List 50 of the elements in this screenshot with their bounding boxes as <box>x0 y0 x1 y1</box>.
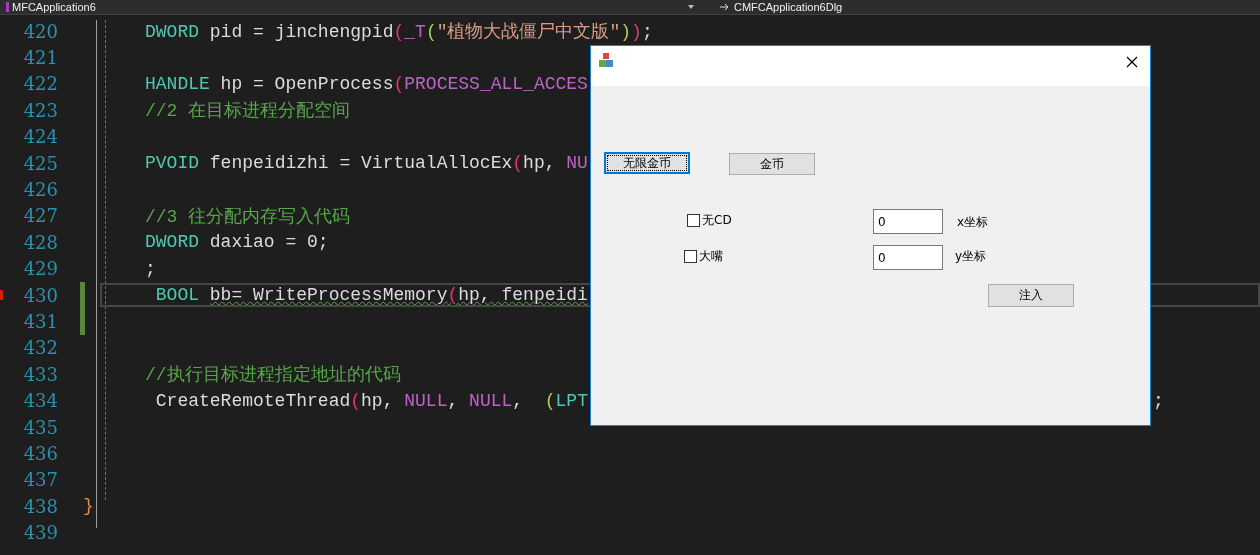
code-line: ; <box>1153 390 1164 411</box>
code-line: //执行目标进程指定地址的代码 <box>145 364 401 387</box>
code-line: //3 往分配内存写入代码 <box>145 205 351 228</box>
input-field[interactable]: 0 <box>873 209 943 234</box>
line-number: 427 <box>22 205 58 227</box>
line-number: 428 <box>22 231 58 253</box>
code-line: BOOL bb= WriteProcessMemory(hp, fenpeidi <box>154 285 588 306</box>
line-number: 424 <box>22 126 58 148</box>
line-number: 433 <box>22 363 58 385</box>
code-line: DWORD pid = jinchengpid(_T("植物大战僵尸中文版")); <box>145 21 653 44</box>
line-number: 425 <box>22 152 58 174</box>
code-line: HANDLE hp = OpenProcess(PROCESS_ALL_ACCES <box>145 73 588 94</box>
code-line: CreateRemoteThread(hp, NULL, NULL, (LPT <box>154 390 588 411</box>
input-field[interactable]: 0 <box>873 245 943 270</box>
line-number: 420 <box>22 20 58 42</box>
line-number: 426 <box>22 179 58 201</box>
checkbox[interactable] <box>684 250 697 263</box>
dialog-button[interactable]: 注入 <box>988 284 1074 307</box>
line-number: 432 <box>22 337 58 359</box>
breakpoint-marker <box>0 290 3 301</box>
class-dropdown[interactable]: CMFCApplication6Dlg <box>734 1 843 13</box>
code-line: DWORD daxiao = 0; <box>145 232 329 253</box>
field-label: x坐标 <box>957 214 989 231</box>
dialog-button[interactable]: 无限金币 <box>604 152 690 174</box>
line-number: 431 <box>22 311 58 332</box>
line-number: 421 <box>22 47 58 69</box>
code-line: //2 在目标进程分配空间 <box>145 100 351 123</box>
line-number: 439 <box>22 522 58 544</box>
project-dropdown[interactable]: MFCApplication6 <box>12 1 96 13</box>
code-line: ; <box>145 258 156 279</box>
line-number: 435 <box>22 416 58 438</box>
dialog-button[interactable]: 金币 <box>729 153 815 175</box>
checkbox-label[interactable]: 无CD <box>702 212 732 229</box>
dropdown-arrow-icon[interactable] <box>688 5 694 9</box>
checkbox[interactable] <box>687 214 700 227</box>
field-label: y坐标 <box>955 248 987 265</box>
code-line: } <box>83 496 94 517</box>
line-number: 438 <box>22 495 58 517</box>
line-number: 430 <box>22 284 58 306</box>
line-number: 422 <box>22 73 58 95</box>
blocks-icon <box>598 53 614 69</box>
line-number: 434 <box>22 390 58 412</box>
project-icon <box>6 2 9 12</box>
checkbox-label[interactable]: 大嘴 <box>699 248 723 265</box>
line-number: 423 <box>22 99 58 121</box>
line-number: 437 <box>22 469 58 491</box>
line-number: 436 <box>22 442 58 464</box>
arrow-right-icon <box>720 3 730 11</box>
line-number: 429 <box>22 258 58 280</box>
code-line: PVOID fenpeidizhi = VirtualAllocEx(hp, NU <box>145 153 588 174</box>
